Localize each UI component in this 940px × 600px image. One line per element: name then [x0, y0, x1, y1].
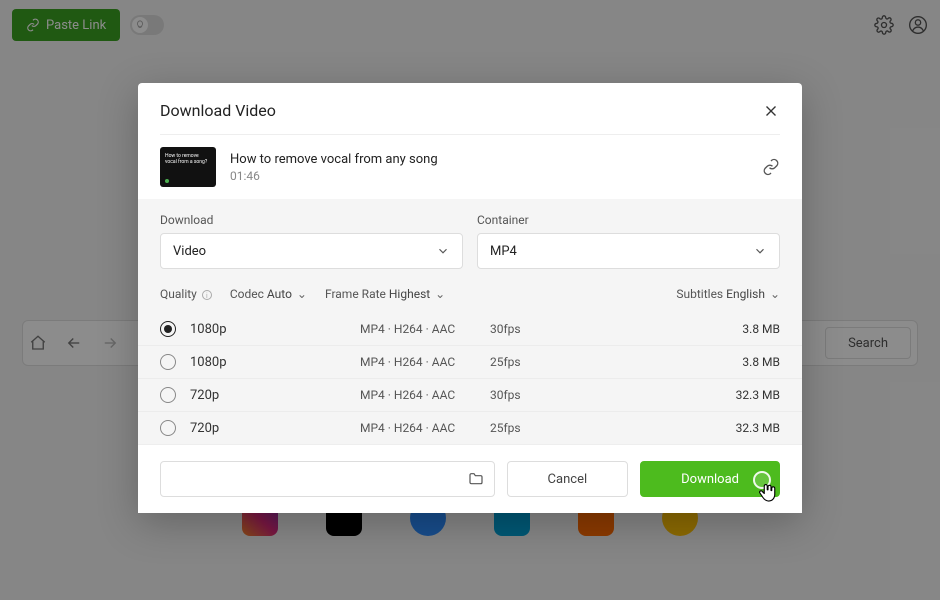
quality-codec: MP4 · H264 · AAC — [360, 355, 490, 369]
quality-size: 3.8 MB — [742, 355, 780, 369]
quality-resolution: 720p — [190, 421, 360, 436]
cancel-button[interactable]: Cancel — [507, 461, 629, 497]
download-video-modal: Download Video How to remove vocal from … — [138, 83, 802, 513]
folder-icon — [468, 471, 484, 487]
chevron-down-icon — [753, 244, 767, 258]
framerate-filter[interactable]: Frame Rate Highest ⌄ — [325, 287, 445, 301]
quality-resolution: 1080p — [190, 355, 360, 370]
chevron-down-icon: ⌄ — [297, 287, 307, 301]
radio-icon — [160, 387, 176, 403]
selects-bar: Download Video Container MP4 — [138, 199, 802, 287]
quality-option[interactable]: 1080pMP4 · H264 · AAC25fps 3.8 MB — [138, 345, 802, 378]
quality-codec: MP4 · H264 · AAC — [360, 421, 490, 435]
download-select-value: Video — [173, 244, 206, 259]
download-select-label: Download — [160, 213, 463, 227]
open-link-icon[interactable] — [762, 158, 780, 176]
quality-fps: 30fps — [490, 388, 580, 402]
quality-option[interactable]: 720pMP4 · H264 · AAC25fps 32.3 MB — [138, 411, 802, 444]
modal-header: Download Video — [138, 83, 802, 134]
quality-option[interactable]: 720pMP4 · H264 · AAC30fps 32.3 MB — [138, 378, 802, 411]
download-button[interactable]: Download — [640, 461, 780, 497]
container-select-label: Container — [477, 213, 780, 227]
video-thumbnail: How to remove vocal from a song? — [160, 147, 216, 187]
container-select-value: MP4 — [490, 244, 517, 259]
chevron-down-icon — [436, 244, 450, 258]
cancel-label: Cancel — [548, 472, 588, 487]
chevron-down-icon: ⌄ — [770, 287, 780, 301]
quality-resolution: 720p — [190, 388, 360, 403]
radio-icon — [160, 321, 176, 337]
video-title: How to remove vocal from any song — [230, 152, 438, 167]
quality-list: 1080pMP4 · H264 · AAC30fps3.8 MB1080pMP4… — [138, 313, 802, 444]
quality-size: 32.3 MB — [736, 421, 780, 435]
quality-codec: MP4 · H264 · AAC — [360, 388, 490, 402]
quality-size: 32.3 MB — [736, 388, 780, 402]
quality-label: Quality — [160, 287, 197, 301]
quality-fps: 30fps — [490, 322, 580, 336]
modal-footer: Cancel Download — [138, 444, 802, 513]
download-label: Download — [681, 472, 739, 487]
filter-row: Quality i Codec Auto ⌄ Frame Rate Highes… — [138, 287, 802, 313]
close-icon[interactable] — [762, 102, 780, 120]
quality-resolution: 1080p — [190, 322, 360, 337]
chevron-down-icon: ⌄ — [435, 287, 445, 301]
subtitles-filter[interactable]: Subtitles English ⌄ — [676, 287, 780, 301]
quality-fps: 25fps — [490, 421, 580, 435]
video-duration: 01:46 — [230, 169, 438, 183]
quality-fps: 25fps — [490, 355, 580, 369]
quality-size: 3.8 MB — [742, 322, 780, 336]
info-icon[interactable]: i — [202, 290, 212, 300]
quality-codec: MP4 · H264 · AAC — [360, 322, 490, 336]
container-select[interactable]: MP4 — [477, 233, 780, 269]
radio-icon — [160, 354, 176, 370]
download-type-select[interactable]: Video — [160, 233, 463, 269]
codec-filter[interactable]: Codec Auto ⌄ — [230, 287, 307, 301]
thumb-text: How to remove vocal from a song? — [165, 153, 207, 165]
video-info-row: How to remove vocal from a song? How to … — [138, 135, 802, 199]
quality-option[interactable]: 1080pMP4 · H264 · AAC30fps 3.8 MB — [138, 313, 802, 345]
radio-icon — [160, 420, 176, 436]
output-path-field[interactable] — [160, 461, 495, 497]
modal-title: Download Video — [160, 101, 276, 120]
